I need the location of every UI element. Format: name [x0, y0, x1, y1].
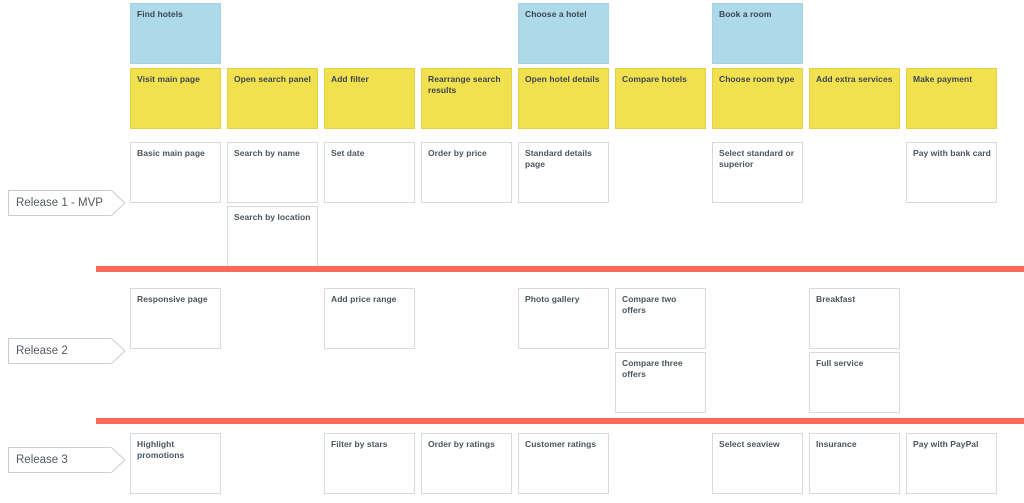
activity-card-label: Add filter — [331, 74, 369, 84]
epic-card-label: Find hotels — [137, 9, 183, 19]
release-tag-label: Release 1 - MVP — [8, 190, 112, 216]
activity-card[interactable]: Make payment — [906, 68, 997, 129]
activity-card-label: Add extra services — [816, 74, 893, 84]
story-card-label: Search by name — [234, 148, 300, 158]
story-card[interactable]: Pay with PayPal — [906, 433, 997, 494]
release-tag-arrow-icon — [111, 190, 126, 216]
story-card[interactable]: Filter by stars — [324, 433, 415, 494]
story-map-board: Find hotels Choose a hotel Book a room Visi… — [0, 0, 1024, 503]
story-card[interactable]: Breakfast — [809, 288, 900, 349]
activity-card[interactable]: Rearrange search results — [421, 68, 512, 129]
release-tag-arrow-icon — [111, 447, 126, 473]
activity-card[interactable]: Add extra services — [809, 68, 900, 129]
story-card-label: Full service — [816, 358, 864, 368]
release-tag[interactable]: Release 1 - MVP — [8, 190, 126, 216]
release-tag[interactable]: Release 3 — [8, 447, 126, 473]
story-card-label: Pay with PayPal — [913, 439, 979, 449]
story-card[interactable]: Pay with bank card — [906, 142, 997, 203]
story-card-label: Compare three offers — [622, 358, 683, 379]
story-card[interactable]: Full service — [809, 352, 900, 413]
release-tag[interactable]: Release 2 — [8, 338, 126, 364]
story-card-label: Photo gallery — [525, 294, 580, 304]
story-card[interactable]: Search by name — [227, 142, 318, 203]
story-card[interactable]: Select seaview — [712, 433, 803, 494]
release-divider-line — [96, 266, 1024, 272]
story-card-label: Highlight promotions — [137, 439, 185, 460]
story-card[interactable]: Insurance — [809, 433, 900, 494]
story-card[interactable]: Order by ratings — [421, 433, 512, 494]
activity-card-label: Open search panel — [234, 74, 311, 84]
story-card[interactable]: Responsive page — [130, 288, 221, 349]
story-card-label: Order by price — [428, 148, 487, 158]
release-divider-line — [96, 418, 1024, 424]
story-card-label: Breakfast — [816, 294, 856, 304]
story-card-label: Set date — [331, 148, 365, 158]
epic-card[interactable]: Choose a hotel — [518, 3, 609, 64]
story-card-label: Standard details page — [525, 148, 592, 169]
story-card[interactable]: Compare three offers — [615, 352, 706, 413]
epic-card-label: Choose a hotel — [525, 9, 587, 19]
story-card[interactable]: Compare two offers — [615, 288, 706, 349]
release-tag-arrow-icon — [111, 338, 126, 364]
epic-card-label: Book a room — [719, 9, 772, 19]
activity-card-label: Rearrange search results — [428, 74, 501, 95]
story-card[interactable]: Add price range — [324, 288, 415, 349]
story-card-label: Pay with bank card — [913, 148, 991, 158]
epic-card[interactable]: Book a room — [712, 3, 803, 64]
activity-card[interactable]: Visit main page — [130, 68, 221, 129]
story-card-label: Responsive page — [137, 294, 208, 304]
activity-card-label: Open hotel details — [525, 74, 600, 84]
story-card-label: Filter by stars — [331, 439, 388, 449]
activity-card-label: Choose room type — [719, 74, 795, 84]
activity-card-label: Make payment — [913, 74, 973, 84]
story-card[interactable]: Select standard or superior — [712, 142, 803, 203]
story-card[interactable]: Customer ratings — [518, 433, 609, 494]
activity-card[interactable]: Open hotel details — [518, 68, 609, 129]
activity-card[interactable]: Compare hotels — [615, 68, 706, 129]
activity-card[interactable]: Open search panel — [227, 68, 318, 129]
story-card[interactable]: Set date — [324, 142, 415, 203]
story-card[interactable]: Order by price — [421, 142, 512, 203]
activity-card-label: Visit main page — [137, 74, 200, 84]
story-card-label: Basic main page — [137, 148, 205, 158]
story-card-label: Customer ratings — [525, 439, 597, 449]
story-card-label: Search by location — [234, 212, 311, 222]
release-tag-label: Release 3 — [8, 447, 112, 473]
story-card-label: Order by ratings — [428, 439, 495, 449]
story-card-label: Select standard or superior — [719, 148, 795, 169]
story-card-label: Compare two offers — [622, 294, 677, 315]
story-card[interactable]: Standard details page — [518, 142, 609, 203]
story-card[interactable]: Basic main page — [130, 142, 221, 203]
activity-card[interactable]: Add filter — [324, 68, 415, 129]
story-card[interactable]: Search by location — [227, 206, 318, 267]
activity-card-label: Compare hotels — [622, 74, 687, 84]
story-card[interactable]: Highlight promotions — [130, 433, 221, 494]
story-card-label: Insurance — [816, 439, 857, 449]
story-card-label: Add price range — [331, 294, 397, 304]
story-card-label: Select seaview — [719, 439, 780, 449]
activity-card[interactable]: Choose room type — [712, 68, 803, 129]
story-card[interactable]: Photo gallery — [518, 288, 609, 349]
release-tag-label: Release 2 — [8, 338, 112, 364]
epic-card[interactable]: Find hotels — [130, 3, 221, 64]
